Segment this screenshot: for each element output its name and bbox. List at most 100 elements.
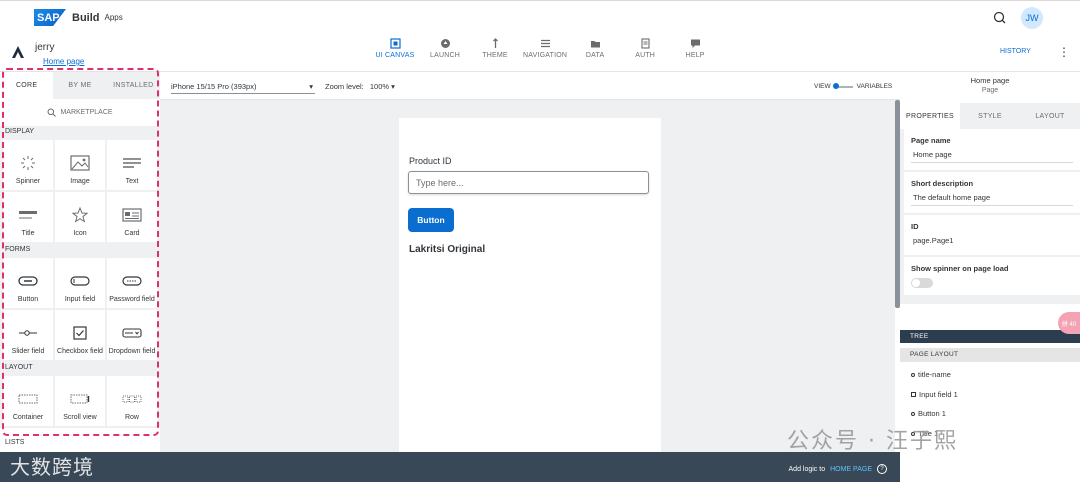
zoom-control[interactable]: Zoom level: 100% ▾ [325, 82, 395, 91]
feedback-icon[interactable] [993, 11, 1007, 25]
nav-navigation[interactable]: NAVIGATION [520, 38, 570, 59]
palette-checkbox-field[interactable]: Checkbox field [55, 310, 105, 360]
nav-data[interactable]: DATA [570, 38, 620, 59]
tab-by-me[interactable]: BY ME [53, 72, 107, 99]
node-icon [911, 411, 915, 416]
palette-item-label: Checkbox field [57, 348, 103, 355]
palette-button[interactable]: Button [3, 258, 53, 308]
nav-help[interactable]: HELP [670, 38, 720, 59]
prop-spinner: Show spinner on page load [904, 257, 1080, 295]
page-name-label: Page name [911, 136, 951, 145]
add-logic[interactable]: Add logic to HOME PAGE ? [789, 464, 887, 474]
top-bar: SAP Build Apps JW [0, 0, 1080, 34]
section-lists: LISTS [5, 439, 25, 446]
nav-label: AUTH [635, 52, 656, 59]
tree-header[interactable]: TREE [900, 330, 1080, 343]
ui-canvas: Product ID Type here... Button Lakritsi … [160, 100, 895, 452]
short-description-label: Short description [911, 179, 974, 188]
device-select[interactable]: iPhone 15/15 Pro (393px) ▾ [171, 82, 315, 94]
section-forms: FORMS [0, 244, 160, 256]
palette-title[interactable]: Title [3, 192, 53, 242]
page-name-input[interactable]: Home page [911, 150, 1073, 163]
canvas-toolbar: iPhone 15/15 Pro (393px) ▾ Zoom level: 1… [160, 72, 900, 100]
history-button[interactable]: HISTORY [1000, 48, 1031, 55]
launch-icon [440, 39, 450, 48]
app-header: jerry Home page UI CANVAS LAUNCH THEME N… [0, 34, 1080, 72]
panel-title: Home page [970, 76, 1010, 85]
section-layout: LAYOUT [0, 362, 160, 374]
view-variables-toggle[interactable]: VIEW VARIABLES [814, 82, 893, 90]
palette-row[interactable]: Row [107, 376, 157, 426]
palette-text[interactable]: Text [107, 140, 157, 190]
palette-item-label: Input field [64, 296, 96, 303]
avatar[interactable]: JW [1021, 6, 1043, 29]
text-icon [123, 158, 141, 168]
tree-item-label: Button 1 [918, 409, 946, 418]
view-toggle-switch[interactable] [832, 82, 853, 89]
image-icon [70, 155, 90, 171]
tree-item[interactable]: Input field 1 [911, 390, 958, 399]
spinner-icon [21, 156, 35, 170]
title-icon [19, 211, 37, 219]
logic-bar: Add logic to HOME PAGE ? [0, 452, 900, 482]
dropdown-field-icon [122, 328, 142, 338]
theme-icon [492, 38, 498, 48]
nav-theme[interactable]: THEME [470, 38, 520, 59]
tab-properties[interactable]: PROPERTIES [900, 103, 960, 129]
add-logic-target[interactable]: HOME PAGE [830, 466, 872, 473]
tree-item[interactable]: title-name [911, 370, 951, 379]
tab-layout[interactable]: LAYOUT [1020, 103, 1080, 129]
password-field-icon [122, 276, 142, 286]
nav-label: THEME [482, 52, 508, 59]
marketplace-link[interactable]: MARKETPLACE [0, 99, 160, 126]
floating-bubble[interactable]: 拼 40 [1058, 312, 1080, 334]
nav-label: UI CANVAS [375, 52, 415, 59]
variables-label: VARIABLES [856, 83, 893, 90]
watermark-right: 公众号 · 汪子熙 [787, 429, 958, 454]
canvas-button[interactable]: Button [408, 208, 454, 232]
palette-scroll-view[interactable]: Scroll view [55, 376, 105, 426]
short-description-input[interactable]: The default home page [911, 193, 1073, 206]
palette-spinner[interactable]: Spinner [3, 140, 53, 190]
nav-auth[interactable]: AUTH [620, 38, 670, 59]
tree-item[interactable]: Button 1 [911, 409, 946, 418]
nav-launch[interactable]: LAUNCH [420, 38, 470, 59]
palette-slider-field[interactable]: Slider field [3, 310, 53, 360]
palette-card[interactable]: Card [107, 192, 157, 242]
auth-icon [641, 38, 650, 49]
product-id-label[interactable]: Product ID [409, 156, 452, 166]
zoom-value: 100% [369, 82, 390, 91]
more-options-icon[interactable]: ⋮ [1058, 45, 1070, 59]
input-field-icon [70, 276, 90, 286]
display-grid: Spinner Image Text Title Icon Card [0, 138, 160, 244]
canvas-title-text[interactable]: Lakritsi Original [409, 244, 485, 255]
palette-input-field[interactable]: Input field [55, 258, 105, 308]
tab-core[interactable]: CORE [0, 72, 54, 99]
spinner-label: Show spinner on page load [911, 264, 1009, 273]
phone-frame: Product ID Type here... Button Lakritsi … [399, 118, 661, 452]
palette-password-field[interactable]: Password field [107, 258, 157, 308]
tab-style[interactable]: STYLE [960, 103, 1020, 129]
scroll-view-icon [70, 394, 90, 404]
spinner-toggle[interactable] [911, 278, 933, 288]
input-node-icon [911, 392, 916, 397]
help-icon [690, 39, 700, 48]
breadcrumb-home-page[interactable]: Home page [43, 57, 84, 66]
page-layout-header: PAGE LAYOUT [900, 348, 1080, 362]
nav-label: HELP [685, 52, 705, 59]
palette-container[interactable]: Container [3, 376, 53, 426]
help-icon[interactable]: ? [877, 464, 887, 474]
layout-grid: Container Scroll view Row [0, 374, 160, 428]
nav-label: LAUNCH [430, 52, 460, 59]
navigation-icon [540, 39, 550, 48]
product-id-input[interactable]: Type here... [408, 171, 649, 194]
palette-item-label: Card [124, 230, 140, 237]
nav-ui-canvas[interactable]: UI CANVAS [370, 38, 420, 59]
palette-item-label: Button [17, 296, 39, 303]
tab-installed[interactable]: INSTALLED [106, 72, 160, 99]
palette-image[interactable]: Image [55, 140, 105, 190]
caret-down-icon: ▾ [391, 82, 395, 91]
palette-icon[interactable]: Icon [55, 192, 105, 242]
palette-dropdown-field[interactable]: Dropdown field [107, 310, 157, 360]
row-icon [122, 395, 142, 403]
